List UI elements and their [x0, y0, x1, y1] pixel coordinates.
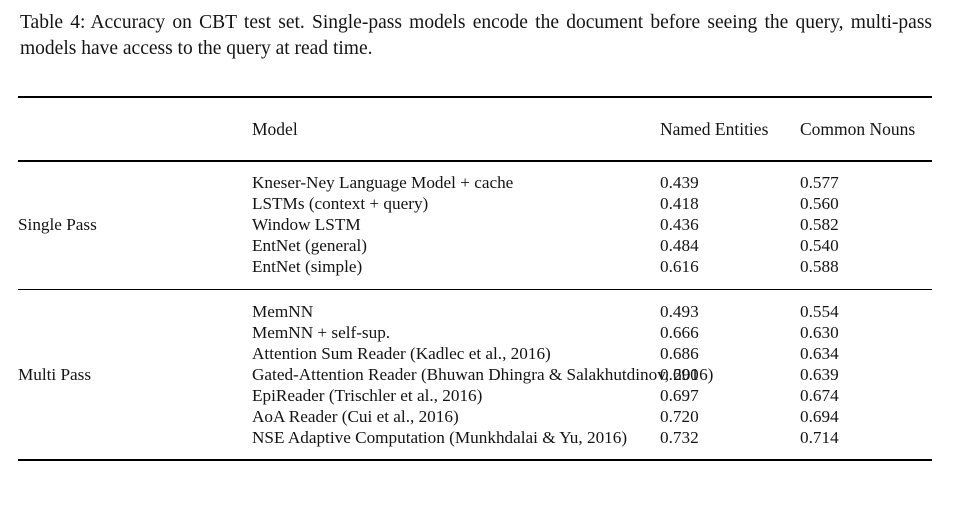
table-row: EntNet (general) 0.484 0.540 [18, 236, 932, 257]
group-label-single-pass: Single Pass [18, 215, 97, 235]
row-common-nouns: 0.554 [800, 301, 839, 321]
table-row: Multi Pass MemNN 0.493 0.554 [18, 301, 932, 384]
table-figure: Table 4: Accuracy on CBT test set. Single… [0, 0, 963, 519]
accuracy-table: Model Named Entities Common Nouns Single… [18, 96, 932, 462]
section-pad-bottom [18, 448, 932, 459]
group-label-multi-pass: Multi Pass [18, 364, 92, 384]
row-common-nouns: 0.582 [800, 215, 839, 235]
row-named-entities: 0.666 [660, 322, 699, 342]
table-row: EntNet (simple) 0.616 0.588 [18, 257, 932, 278]
table-row: Single Pass Kneser-Ney Language Model + … [18, 173, 932, 234]
row-common-nouns: 0.714 [800, 427, 839, 447]
row-named-entities: 0.418 [660, 194, 699, 214]
section-multi-pass: Multi Pass MemNN 0.493 0.554 MemNN + sel… [18, 290, 932, 459]
header-model: Model [252, 118, 298, 139]
row-named-entities: 0.686 [660, 343, 699, 363]
row-named-entities: 0.493 [660, 301, 699, 321]
row-named-entities: 0.484 [660, 236, 699, 256]
row-common-nouns: 0.630 [800, 322, 839, 342]
header-common-nouns: Common Nouns [800, 118, 916, 139]
table-header: Model Named Entities Common Nouns [18, 98, 932, 160]
row-common-nouns: 0.560 [800, 194, 839, 214]
row-named-entities: 0.439 [660, 173, 699, 193]
section-pad-bottom [18, 278, 932, 289]
row-model: NSE Adaptive Computation (Munkhdalai & Y… [252, 427, 628, 447]
section-single-pass: Single Pass Kneser-Ney Language Model + … [18, 162, 932, 289]
header-row: Model Named Entities Common Nouns [18, 98, 932, 160]
row-common-nouns: 0.540 [800, 236, 839, 256]
row-common-nouns: 0.674 [800, 385, 839, 405]
row-model: Kneser-Ney Language Model + cache [252, 173, 514, 193]
table-bottom-rule [18, 459, 932, 462]
row-named-entities: 0.697 [660, 385, 699, 405]
table-row: NSE Adaptive Computation (Munkhdalai & Y… [18, 427, 932, 448]
table-row: Window LSTM 0.436 0.582 [18, 215, 932, 236]
table-row: MemNN + self-sup. 0.666 0.630 [18, 322, 932, 343]
row-model: Attention Sum Reader (Kadlec et al., 201… [252, 343, 551, 363]
row-named-entities: 0.436 [660, 215, 699, 235]
table-row: AoA Reader (Cui et al., 2016) 0.720 0.69… [18, 406, 932, 427]
caption-label: Table 4: [20, 12, 86, 33]
row-named-entities: 0.720 [660, 406, 699, 426]
row-model: AoA Reader (Cui et al., 2016) [252, 406, 459, 426]
row-model: MemNN + self-sup. [252, 322, 391, 342]
row-named-entities: 0.690 [660, 364, 699, 384]
row-common-nouns: 0.694 [800, 406, 839, 426]
table-row: EpiReader (Trischler et al., 2016) 0.697… [18, 385, 932, 406]
row-named-entities: 0.732 [660, 427, 699, 447]
row-common-nouns: 0.577 [800, 173, 839, 193]
row-model: Window LSTM [252, 215, 361, 235]
caption-text: Accuracy on CBT test set. Single-pass mo… [20, 12, 932, 59]
row-common-nouns: 0.639 [800, 364, 839, 384]
table-row: Gated-Attention Reader (Bhuwan Dhingra &… [18, 364, 932, 385]
row-model: EpiReader (Trischler et al., 2016) [252, 385, 483, 405]
row-model: EntNet (general) [252, 236, 368, 256]
table-row: LSTMs (context + query) 0.418 0.560 [18, 194, 932, 215]
section-pad-top [18, 162, 932, 173]
row-model: MemNN [252, 301, 314, 321]
row-model: EntNet (simple) [252, 257, 363, 277]
row-common-nouns: 0.588 [800, 257, 839, 277]
header-named-entities: Named Entities [660, 118, 769, 139]
section-pad-top [18, 290, 932, 301]
row-named-entities: 0.616 [660, 257, 699, 277]
table-caption: Table 4: Accuracy on CBT test set. Single… [20, 10, 932, 62]
row-model: Gated-Attention Reader (Bhuwan Dhingra &… [252, 364, 714, 384]
header-group-spacer [18, 98, 135, 160]
row-common-nouns: 0.634 [800, 343, 839, 363]
table-row: Attention Sum Reader (Kadlec et al., 201… [18, 343, 932, 364]
row-model: LSTMs (context + query) [252, 194, 429, 214]
